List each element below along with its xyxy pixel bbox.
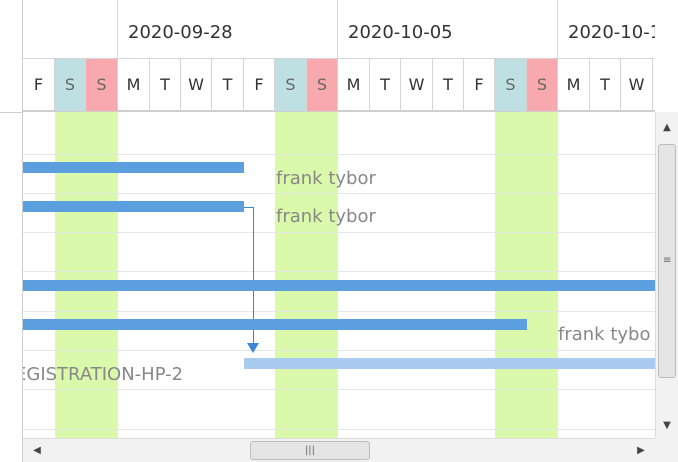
- vertical-scroll-thumb[interactable]: ≡: [658, 144, 676, 378]
- task-name-label: EGISTRATION-HP-2: [23, 364, 184, 385]
- row-divider: [23, 232, 655, 233]
- day-cell-saturday: S: [55, 59, 86, 111]
- day-cell-sunday: S: [527, 59, 558, 111]
- day-cell: F: [464, 59, 495, 111]
- horizontal-scroll-thumb[interactable]: |||: [250, 441, 370, 460]
- scroll-left-arrow-icon[interactable]: ◀: [27, 439, 47, 462]
- day-row: F S S M T W T F S S M T W T F S S M T W …: [23, 58, 655, 112]
- row-divider: [23, 311, 655, 312]
- task-bar[interactable]: [23, 280, 655, 291]
- timeline-body[interactable]: frank tybor frank tybor frank tybo EGIST…: [23, 112, 655, 438]
- horizontal-scrollbar[interactable]: ◀ ||| ▶: [23, 438, 655, 462]
- task-resource-label: frank tybor: [276, 168, 376, 189]
- day-cell: F: [244, 59, 275, 111]
- day-cell: T: [590, 59, 621, 111]
- day-cell: W: [621, 59, 653, 111]
- task-bar[interactable]: [23, 201, 244, 212]
- scroll-up-arrow-icon[interactable]: ▲: [656, 116, 678, 140]
- week-cell-prev: [23, 0, 118, 58]
- week-cell-2020-10-05: 2020-10-05: [338, 0, 558, 58]
- week-label: 2020-09-28: [128, 22, 233, 43]
- task-bar[interactable]: [244, 358, 655, 369]
- vertical-scrollbar[interactable]: ▲ ≡ ▼: [655, 112, 678, 438]
- day-cell: M: [558, 59, 590, 111]
- week-cell-2020-10-12: 2020-10-12: [558, 0, 655, 58]
- row-divider: [23, 389, 655, 390]
- day-cell-sunday: S: [307, 59, 338, 111]
- day-cell-saturday: S: [275, 59, 307, 111]
- grip-icon: ≡: [663, 255, 672, 266]
- day-cell: T: [212, 59, 244, 111]
- day-cell: T: [433, 59, 464, 111]
- week-row: 2020-09-28 2020-10-05 2020-10-12: [23, 0, 655, 58]
- row-divider: [23, 154, 655, 155]
- task-resource-label: frank tybo: [558, 324, 651, 345]
- scroll-right-arrow-icon[interactable]: ▶: [631, 439, 651, 462]
- day-cell: F: [23, 59, 55, 111]
- dependency-arrow-icon: [247, 343, 259, 353]
- week-label: 2020-10-12: [568, 22, 655, 43]
- task-bar[interactable]: [23, 162, 244, 173]
- week-cell-2020-09-28: 2020-09-28: [118, 0, 338, 58]
- day-cell: M: [338, 59, 370, 111]
- day-cell-saturday: S: [495, 59, 527, 111]
- row-divider: [23, 193, 655, 194]
- grid-header-divider: [0, 112, 22, 113]
- grid-pane-edge: [0, 0, 23, 462]
- day-cell: M: [118, 59, 150, 111]
- week-label: 2020-10-05: [348, 22, 453, 43]
- scroll-down-arrow-icon[interactable]: ▼: [656, 414, 678, 438]
- day-cell: T: [150, 59, 181, 111]
- scrollbar-corner: [655, 438, 678, 462]
- task-resource-label: frank tybor: [276, 206, 376, 227]
- row-divider: [23, 429, 655, 430]
- day-cell: T: [653, 59, 655, 111]
- task-bar[interactable]: [23, 319, 527, 330]
- day-cell: W: [401, 59, 433, 111]
- row-divider: [23, 350, 655, 351]
- day-cell-sunday: S: [86, 59, 118, 111]
- timeline-header: 2020-09-28 2020-10-05 2020-10-12 F S S M…: [23, 0, 655, 112]
- row-divider: [23, 271, 655, 272]
- day-cell: W: [181, 59, 212, 111]
- day-cell: T: [370, 59, 401, 111]
- gantt-timeline[interactable]: 2020-09-28 2020-10-05 2020-10-12 F S S M…: [23, 0, 655, 438]
